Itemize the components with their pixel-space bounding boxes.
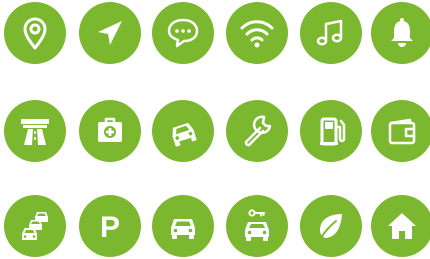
paper-plane-icon[interactable] [79,2,141,64]
parking-letter: P [100,211,120,244]
car-rental-key-icon[interactable] [226,195,288,257]
first-aid-kit-icon[interactable] [79,100,141,162]
fuel-pump-icon[interactable] [300,100,362,162]
car-front-icon[interactable] [152,195,214,257]
highway-icon[interactable] [4,100,66,162]
car-crash-icon[interactable] [152,100,214,162]
leaf-icon[interactable] [300,195,362,257]
wallet-icon[interactable] [371,100,430,162]
wrench-icon[interactable] [226,100,288,162]
bell-icon[interactable] [371,2,430,64]
icon-grid: P [0,0,430,257]
wifi-icon[interactable] [226,2,288,64]
home-icon[interactable] [371,195,430,257]
map-pin-icon[interactable] [4,2,66,64]
icon-row-1 [0,2,430,66]
icon-row-2 [0,100,430,164]
chat-bubbles-icon[interactable] [152,2,214,64]
traffic-jam-icon[interactable] [4,195,66,257]
music-note-icon[interactable] [300,2,362,64]
icon-row-3: P [0,195,430,259]
parking-icon[interactable]: P [79,195,141,257]
